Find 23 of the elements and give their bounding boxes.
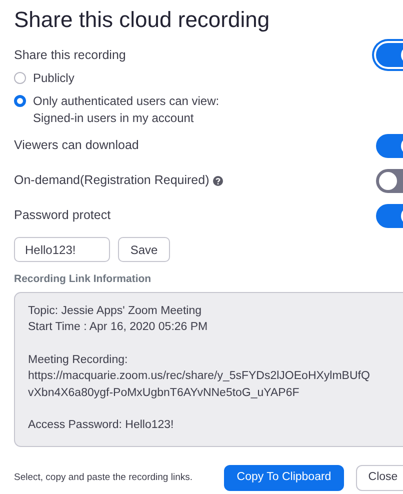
section-heading: Recording Link Information: [14, 272, 152, 287]
info-line: Topic: Jessie Apps' Zoom Meeting: [28, 304, 202, 319]
setting-label: Password protect: [14, 207, 111, 224]
info-line: https://macquarie.zoom.us/rec/share/y_5sFYDs2lJOEoHXylmBUfQ: [28, 369, 371, 384]
setting-label: On-demand(Registration Required): [14, 172, 210, 190]
password-field[interactable]: Hello123!: [14, 237, 110, 262]
save-button[interactable]: Save: [118, 237, 170, 262]
option-label: Publicly: [33, 70, 74, 87]
copy-button[interactable]: Copy To Clipboard: [224, 464, 344, 491]
dialog-title: Share this cloud recording: [14, 6, 271, 34]
footer-hint: Select, copy and paste the recording links.: [14, 470, 194, 485]
help-icon[interactable]: [213, 176, 224, 186]
info-line: vXbn4X6a80ygf-PoMxUgbnT6AYvNNe5toG_uYAP6F: [28, 386, 300, 401]
info-line: Start Time : Apr 16, 2020 05:26 PM: [28, 320, 209, 336]
radio-button[interactable]: [14, 95, 26, 107]
close-button[interactable]: Close: [356, 464, 403, 491]
option-description: Signed-in users in my account: [33, 110, 195, 127]
info-line: Meeting Recording:: [28, 352, 129, 368]
radio-button[interactable]: [14, 72, 26, 84]
info-line: Access Password: Hello123!: [28, 418, 175, 434]
setting-label: Viewers can download: [14, 137, 139, 154]
option-label: Only authenticated users can view:: [33, 93, 220, 110]
setting-label: Share this recording: [14, 46, 127, 64]
